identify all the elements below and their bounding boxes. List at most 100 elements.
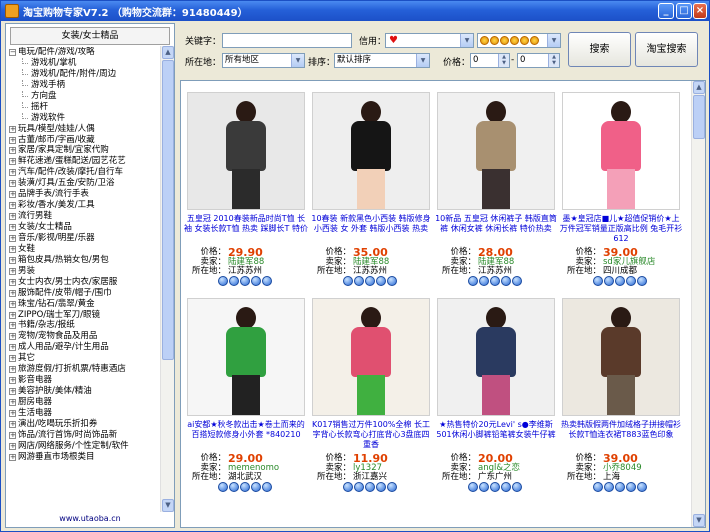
tree-child-item[interactable]: 方向盘 bbox=[8, 90, 162, 102]
expand-icon[interactable]: + bbox=[9, 191, 16, 199]
tree-category-item[interactable]: + 女士内衣/男士内衣/家居服 bbox=[8, 277, 162, 288]
product-title[interactable]: 10春装 新款黑色小西装 韩版修身小西装 女 外套 韩版小西装 热卖 bbox=[309, 214, 433, 244]
tree-child-item[interactable]: 游戏机/掌机 bbox=[8, 57, 162, 69]
price-max-input[interactable]: 0 ▲ ▼ bbox=[517, 53, 560, 68]
location-select[interactable]: 所有地区 ▼ bbox=[222, 53, 305, 68]
tree-category-item[interactable]: + 玩具/模型/娃娃/人偶 bbox=[8, 124, 162, 135]
collapse-icon[interactable]: − bbox=[9, 49, 16, 56]
expand-icon[interactable]: + bbox=[9, 399, 16, 406]
tree-category-item[interactable]: + 珠宝/钻石/翡翠/黄金 bbox=[8, 299, 162, 310]
expand-icon[interactable]: + bbox=[9, 431, 16, 439]
product-title[interactable]: 五皇冠 2010春装新品时尚T恤 长袖 女装长款T恤 热卖 踩脚长T 特价 bbox=[184, 214, 308, 244]
tree-category-item[interactable]: + 品牌手表/流行手表 bbox=[8, 189, 162, 200]
spinner-icon[interactable]: ▲ ▼ bbox=[548, 54, 559, 67]
maximize-button[interactable]: □ bbox=[676, 3, 692, 19]
tree-category-item[interactable]: + 厨房电器 bbox=[8, 397, 162, 408]
scroll-up-icon[interactable]: ▲ bbox=[162, 46, 174, 59]
expand-icon[interactable]: + bbox=[9, 125, 16, 133]
search-button[interactable]: 搜索 bbox=[568, 32, 631, 67]
credit-select[interactable]: ♥ ▼ bbox=[385, 33, 474, 48]
category-dropdown[interactable]: 女装/女士精品 bbox=[10, 27, 170, 45]
tree-category-item[interactable]: + 女装/女士精品 bbox=[8, 222, 162, 233]
tree-category-item[interactable]: + 美容护肤/美体/精油 bbox=[8, 386, 162, 397]
product-card[interactable]: 墨★皇冠店■儿★超值促销价★上万件冠军销量正版高比例 兔毛开衫 612 价格： 39… bbox=[559, 86, 683, 292]
expand-icon[interactable]: + bbox=[9, 213, 16, 221]
tree-category-item[interactable]: + 箱包皮具/热销女包/男包 bbox=[8, 255, 162, 266]
product-card[interactable]: ai安都★秋冬款出击★卷土而来的百搭短款修身小外套 *840210 价格： 29.0… bbox=[184, 292, 308, 498]
chevron-down-icon[interactable]: ▼ bbox=[547, 34, 560, 47]
grid-scrollbar[interactable]: ▲ ▼ bbox=[691, 81, 705, 527]
expand-icon[interactable]: + bbox=[9, 333, 16, 341]
scroll-down-icon[interactable]: ▼ bbox=[162, 499, 174, 512]
taobao-search-button[interactable]: 淘宝搜索 bbox=[635, 32, 698, 67]
tree-category-item[interactable]: + 成人用品/避孕/计生用品 bbox=[8, 342, 162, 353]
expand-icon[interactable]: + bbox=[9, 202, 16, 210]
product-title[interactable]: 墨★皇冠店■儿★超值促销价★上万件冠军销量正版高比例 兔毛开衫 612 bbox=[559, 214, 683, 244]
product-image[interactable] bbox=[187, 92, 305, 210]
expand-icon[interactable]: + bbox=[9, 409, 16, 417]
tree-category-item[interactable]: + 装潢/灯具/五金/安防/卫浴 bbox=[8, 178, 162, 189]
expand-icon[interactable]: + bbox=[9, 366, 16, 374]
tree-category-item[interactable]: + 旅游度假/打折机票/特惠酒店 bbox=[8, 364, 162, 375]
tree-category-item[interactable]: + 书籍/杂志/报纸 bbox=[8, 320, 162, 331]
product-card[interactable]: 10新品 五皇冠 休闲裤子 韩版直筒裤 休闲女裤 休闲长裤 特价热卖 价格： 28.… bbox=[434, 86, 558, 292]
chevron-down-icon[interactable]: ▼ bbox=[416, 54, 429, 67]
product-card[interactable]: 10春装 新款黑色小西装 韩版修身小西装 女 外套 韩版小西装 热卖 价格： 35.… bbox=[309, 86, 433, 292]
expand-icon[interactable]: + bbox=[9, 147, 16, 155]
tree-category-item[interactable]: + 鲜花速递/蛋糕配送/园艺花艺 bbox=[8, 156, 162, 167]
expand-icon[interactable]: + bbox=[9, 256, 16, 264]
expand-icon[interactable]: + bbox=[9, 289, 16, 297]
expand-icon[interactable]: + bbox=[9, 180, 16, 188]
expand-icon[interactable]: + bbox=[9, 300, 16, 308]
tree-category-item[interactable]: + 其它 bbox=[8, 353, 162, 364]
tree-category-item[interactable]: + 网游垂直市场根类目 bbox=[8, 452, 162, 463]
chevron-down-icon[interactable]: ▼ bbox=[291, 54, 304, 67]
product-image[interactable] bbox=[187, 298, 305, 416]
expand-icon[interactable]: + bbox=[9, 245, 16, 253]
product-image[interactable] bbox=[562, 92, 680, 210]
keyword-input[interactable] bbox=[222, 33, 352, 48]
product-title[interactable]: 热卖韩版假两件加绒格子拼接帽衫长款T恤连衣裙T883蓝色印象 bbox=[559, 420, 683, 450]
tree-child-item[interactable]: 摇杆 bbox=[8, 101, 162, 113]
title-bar[interactable]: 淘宝购物专家V7.2 （购物交流群：91480449） _ □ × bbox=[1, 1, 709, 21]
expand-icon[interactable]: + bbox=[9, 344, 16, 352]
expand-icon[interactable]: + bbox=[9, 158, 16, 166]
tree-category-item[interactable]: + 服饰配件/皮带/帽子/围巾 bbox=[8, 288, 162, 299]
product-card[interactable]: ★热售特价20元Levi' s●李维斯501休闲小脚裤铅笔裤女装牛仔裤 价格： 20… bbox=[434, 292, 558, 498]
tree-category-item[interactable]: + 家居/家具定制/宜家代购 bbox=[8, 145, 162, 156]
tree-category-item[interactable]: + 流行男鞋 bbox=[8, 211, 162, 222]
scroll-thumb[interactable] bbox=[162, 60, 174, 360]
tree-category-item[interactable]: + 汽车/配件/改装/摩托/自行车 bbox=[8, 167, 162, 178]
product-title[interactable]: 10新品 五皇冠 休闲裤子 韩版直筒裤 休闲女裤 休闲长裤 特价热卖 bbox=[434, 214, 558, 244]
tree-category-item[interactable]: + 饰品/流行首饰/时尚饰品新 bbox=[8, 430, 162, 441]
scroll-thumb[interactable] bbox=[693, 95, 705, 139]
expand-icon[interactable]: + bbox=[9, 420, 16, 428]
expand-icon[interactable]: + bbox=[9, 169, 16, 177]
tree-category-item[interactable]: + 音乐/影视/明星/乐器 bbox=[8, 233, 162, 244]
product-image[interactable] bbox=[312, 92, 430, 210]
close-button[interactable]: × bbox=[693, 3, 707, 19]
chevron-down-icon[interactable]: ▼ bbox=[460, 34, 473, 47]
product-image[interactable] bbox=[437, 92, 555, 210]
expand-icon[interactable]: + bbox=[9, 136, 16, 144]
expand-icon[interactable]: + bbox=[9, 355, 16, 363]
tree-category-item[interactable]: + 宠物/宠物食品及用品 bbox=[8, 331, 162, 342]
product-title[interactable]: ★热售特价20元Levi' s●李维斯501休闲小脚裤铅笔裤女装牛仔裤 bbox=[434, 420, 558, 450]
tree-child-item[interactable]: 游戏软件 bbox=[8, 112, 162, 124]
tree-category-item[interactable]: + 演出/吃喝玩乐折扣券 bbox=[8, 419, 162, 430]
scroll-up-icon[interactable]: ▲ bbox=[693, 81, 705, 94]
tree-category-item[interactable]: + 男装 bbox=[8, 266, 162, 277]
expand-icon[interactable]: + bbox=[9, 311, 16, 319]
product-image[interactable] bbox=[562, 298, 680, 416]
tree-category-item[interactable]: + ZIPPO/瑞士军刀/眼镜 bbox=[8, 310, 162, 321]
tree-category-item[interactable]: + 彩妆/香水/美发/工具 bbox=[8, 200, 162, 211]
expand-icon[interactable]: + bbox=[9, 377, 16, 385]
tree-category-item[interactable]: − 电玩/配件/游戏/攻略 bbox=[8, 47, 162, 58]
minimize-button[interactable]: _ bbox=[658, 3, 674, 19]
tree-category-item[interactable]: + 影音电器 bbox=[8, 375, 162, 386]
tree-category-item[interactable]: + 生活电器 bbox=[8, 408, 162, 419]
expand-icon[interactable]: + bbox=[9, 453, 16, 461]
price-min-input[interactable]: 0 ▲ ▼ bbox=[470, 53, 510, 68]
product-card[interactable]: K017销售过万件100%全棉 长工字背心长款弯心打底背心3盘底四重香 价格： 11… bbox=[309, 292, 433, 498]
tree-child-item[interactable]: 游戏手柄 bbox=[8, 79, 162, 91]
